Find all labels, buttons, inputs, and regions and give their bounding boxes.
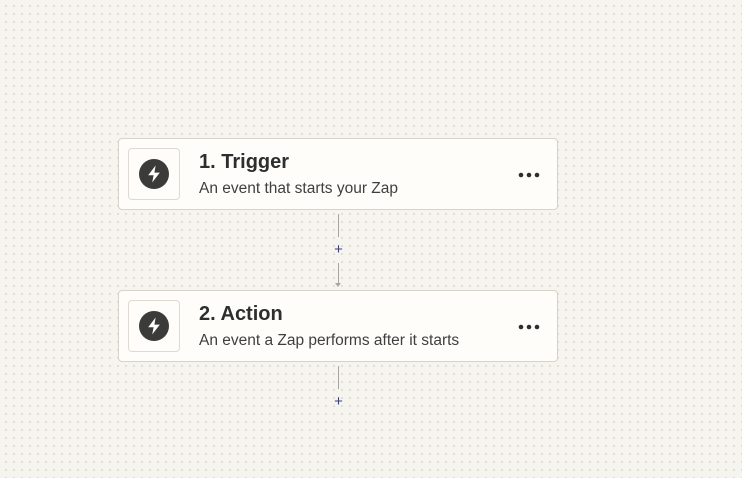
- trigger-step-card[interactable]: 1. Trigger An event that starts your Zap: [118, 138, 558, 210]
- trigger-app-icon-box: [128, 148, 180, 200]
- add-step-button[interactable]: +: [331, 242, 346, 258]
- action-step-title: 2. Action: [199, 303, 283, 325]
- connector-arrow-icon: [335, 283, 341, 287]
- connector-line-top: [338, 214, 339, 237]
- more-horizontal-icon: [518, 324, 540, 330]
- action-step-card[interactable]: 2. Action An event a Zap performs after …: [118, 290, 558, 362]
- bolt-icon: [139, 159, 169, 189]
- trigger-step-description: An event that starts your Zap: [199, 180, 399, 197]
- more-horizontal-icon: [518, 172, 540, 178]
- action-app-icon-box: [128, 300, 180, 352]
- connector-line-end: [338, 366, 339, 389]
- connector-line-bottom: [338, 263, 339, 283]
- add-step-button-end[interactable]: +: [331, 394, 346, 410]
- trigger-more-options-button[interactable]: [515, 163, 543, 187]
- bolt-icon: [139, 311, 169, 341]
- trigger-step-text: 1. Trigger An event that starts your Zap: [199, 149, 398, 200]
- action-more-options-button[interactable]: [515, 315, 543, 339]
- action-step-text: 2. Action An event a Zap performs after …: [199, 301, 459, 352]
- trigger-step-title: 1. Trigger: [199, 151, 290, 173]
- action-step-description: An event a Zap performs after it starts: [199, 332, 460, 349]
